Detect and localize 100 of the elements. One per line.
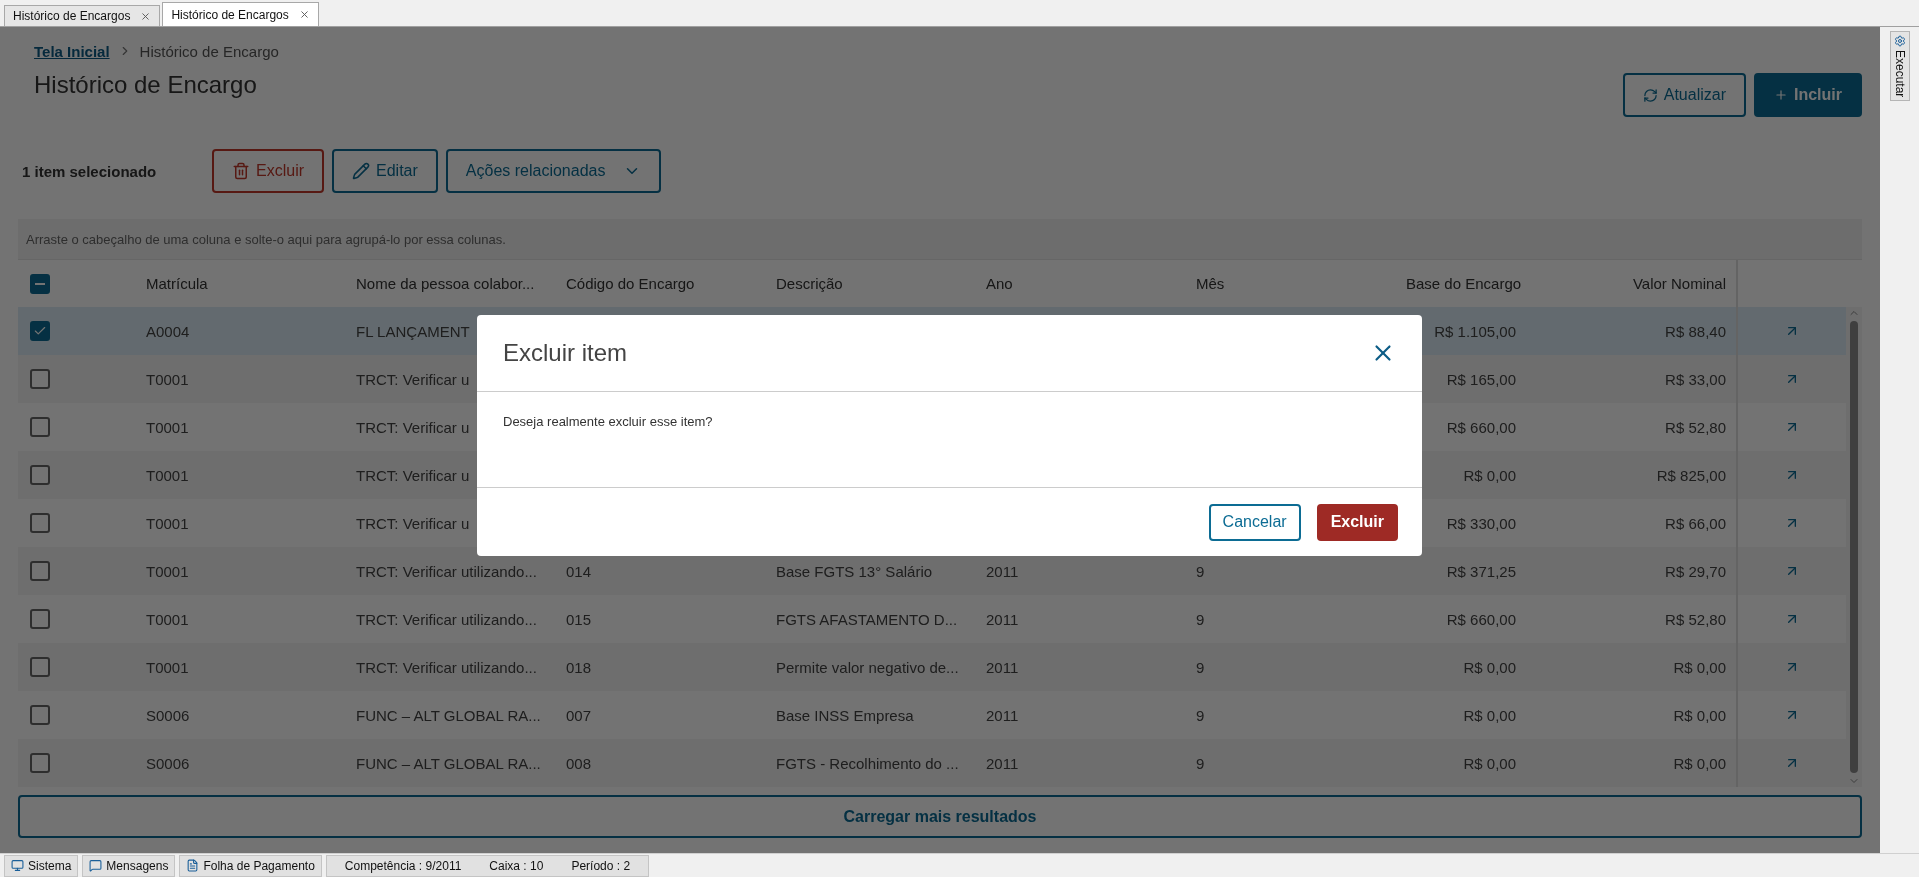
status-bar-button[interactable]: Sistema [4, 854, 79, 877]
load-more-button[interactable]: Carregar mais resultados [18, 795, 1862, 838]
table-cell: TRCT: Verificar u [356, 514, 470, 532]
row-checkbox[interactable] [30, 321, 50, 341]
minus-icon [35, 282, 45, 285]
gear-icon [1893, 35, 1906, 47]
table-cell: 014 [566, 562, 592, 580]
table-cell: FUNC – ALT GLOBAL RA... [356, 706, 541, 724]
row-checkbox[interactable] [30, 369, 50, 389]
row-checkbox[interactable] [30, 657, 50, 677]
table-cell: R$ 0,00 [1463, 754, 1516, 772]
table-cell: R$ 52,80 [1665, 610, 1726, 628]
table-cell: FGTS AFASTAMENTO D... [776, 610, 958, 628]
table-cell: 008 [566, 754, 592, 772]
table-cell: R$ 0,00 [1673, 658, 1726, 676]
table-cell: FL LANÇAMENT [356, 322, 470, 340]
table-cell: S0006 [146, 706, 190, 724]
delete-button[interactable]: Excluir [212, 149, 324, 193]
edit-button[interactable]: Editar [332, 149, 438, 193]
table-cell: 9 [1196, 754, 1205, 772]
column-header[interactable]: Matrícula [136, 275, 346, 292]
row-checkbox[interactable] [30, 609, 50, 629]
column-header[interactable]: Descrição [766, 275, 976, 292]
table-cell: TRCT: Verificar utilizando... [356, 562, 537, 580]
table-cell: FUNC – ALT GLOBAL RA... [356, 754, 541, 772]
group-by-hint: Arraste o cabeçalho de uma coluna e solte-o aqui para agrupá-lo por essa colunas. [18, 219, 1862, 260]
table-cell: T0001 [146, 466, 189, 484]
row-checkbox[interactable] [30, 561, 50, 581]
status-bar-button[interactable]: Mensagens [82, 854, 176, 877]
table-cell: 018 [566, 658, 592, 676]
table-cell: R$ 29,70 [1665, 562, 1726, 580]
table-cell: 9 [1196, 562, 1205, 580]
table-cell: R$ 0,00 [1463, 466, 1516, 484]
status-bar-button[interactable]: Folha de Pagamento [179, 854, 322, 877]
table-cell: 9 [1196, 610, 1205, 628]
status-icon [89, 859, 103, 872]
table-cell: 015 [566, 610, 592, 628]
status-text: Período : 2 [570, 858, 632, 873]
table-cell: 9 [1196, 706, 1205, 724]
table-cell: Base FGTS 13° Salário [776, 562, 933, 580]
table-cell: R$ 371,25 [1446, 562, 1516, 580]
breadcrumb-link[interactable]: Tela Inicial [34, 42, 110, 60]
column-header[interactable]: Valor Nominal [1526, 275, 1736, 292]
table-cell: TRCT: Verificar u [356, 418, 470, 436]
document-tab[interactable]: Histórico de Encargos [4, 5, 161, 26]
select-all-checkbox[interactable] [30, 273, 50, 294]
dialog-message: Deseja realmente excluir esse item? [503, 414, 714, 429]
table-cell: R$ 0,00 [1463, 706, 1516, 724]
row-checkbox[interactable] [30, 465, 50, 485]
table-cell: TRCT: Verificar u [356, 370, 470, 388]
table-cell: 2011 [986, 706, 1019, 724]
table-cell: S0006 [146, 754, 190, 772]
check-icon [33, 324, 47, 338]
table-cell: R$ 660,00 [1446, 418, 1516, 436]
table-cell: 007 [566, 706, 592, 724]
row-checkbox[interactable] [30, 417, 50, 437]
table-cell: 2011 [986, 610, 1019, 628]
column-header[interactable]: Base do Encargo [1396, 275, 1526, 292]
table-cell: R$ 1.105,00 [1434, 322, 1516, 340]
table-cell: A0004 [146, 322, 190, 340]
table-cell: 2011 [986, 562, 1019, 580]
table-cell: TRCT: Verificar u [356, 466, 470, 484]
table-cell: R$ 660,00 [1446, 610, 1516, 628]
plus-icon [1774, 88, 1788, 102]
table-cell: R$ 0,00 [1673, 754, 1726, 772]
document-tab[interactable]: Histórico de Encargos [162, 2, 319, 26]
table-cell: Permite valor negativo de... [776, 658, 959, 676]
table-cell: 9 [1196, 658, 1205, 676]
status-text: Caixa : 10 [488, 858, 545, 873]
table-cell: T0001 [146, 370, 189, 388]
close-icon[interactable] [298, 9, 310, 20]
close-icon[interactable] [140, 10, 152, 22]
table-cell: R$ 88,40 [1665, 322, 1726, 340]
row-checkbox[interactable] [30, 753, 50, 773]
column-header[interactable]: Mês [1186, 275, 1396, 292]
row-checkbox[interactable] [30, 705, 50, 725]
cancel-button[interactable]: Cancelar [1208, 503, 1301, 541]
status-text: Competência : 9/2011 [343, 858, 463, 873]
column-header[interactable]: Nome da pessoa colabor... [346, 275, 556, 292]
refresh-icon [1642, 87, 1658, 103]
dialog-title: Excluir item [503, 339, 628, 367]
column-header[interactable]: Ano [976, 275, 1186, 292]
page-title: Histórico de Encargo [34, 71, 257, 99]
table-cell: R$ 0,00 [1673, 706, 1726, 724]
table-cell: R$ 52,80 [1665, 418, 1726, 436]
refresh-button[interactable]: Atualizar [1622, 73, 1746, 117]
table-cell: R$ 33,00 [1665, 370, 1726, 388]
table-cell: Base INSS Empresa [776, 706, 914, 724]
confirm-delete-button[interactable]: Excluir [1316, 503, 1398, 541]
table-cell: T0001 [146, 418, 189, 436]
table-cell: 2011 [986, 754, 1019, 772]
table-cell: T0001 [146, 658, 189, 676]
side-tab[interactable]: Executar [1889, 31, 1910, 102]
table-cell: T0001 [146, 610, 189, 628]
actions-dropdown[interactable]: Ações relacionadas [445, 149, 662, 193]
row-checkbox[interactable] [30, 513, 50, 533]
table-cell: R$ 825,00 [1656, 466, 1726, 484]
column-header[interactable]: Código do Encargo [556, 275, 766, 292]
add-button[interactable]: Incluir [1754, 73, 1862, 117]
status-icon [11, 859, 24, 872]
